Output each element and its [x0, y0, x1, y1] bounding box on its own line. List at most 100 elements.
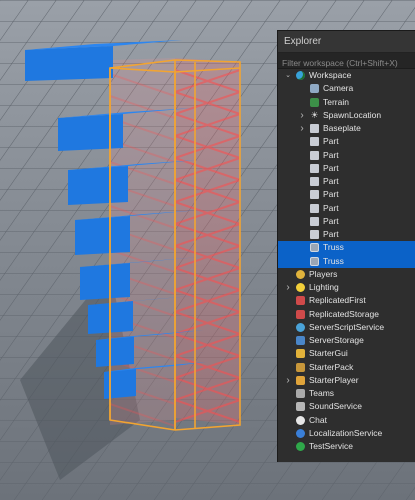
explorer-item-label: ReplicatedFirst: [309, 295, 366, 306]
explorer-item-label: Truss: [323, 242, 344, 253]
explorer-item-replicatedfirst[interactable]: ReplicatedFirst: [278, 294, 415, 307]
explorer-item-label: StarterPack: [309, 361, 354, 372]
part-icon: [310, 203, 319, 213]
chevron-right-icon[interactable]: ›: [298, 122, 306, 135]
explorer-item-label: Workspace: [309, 70, 352, 80]
explorer-item-chat[interactable]: Chat: [278, 414, 415, 427]
sound-service-icon: [296, 402, 305, 412]
explorer-item-label: Part: [323, 176, 339, 186]
explorer-panel: Explorer ⌄ Workspace Camera Terrain › ☀ SpawnL…: [277, 30, 415, 462]
explorer-item-lighting[interactable]: › Lighting: [278, 281, 415, 294]
lighting-icon: [296, 283, 305, 292]
explorer-item-serverscriptservice[interactable]: ServerScriptService: [278, 321, 415, 334]
explorer-item-label: LocalizationService: [309, 427, 383, 438]
part-block: [75, 216, 130, 255]
explorer-item-part[interactable]: Part: [278, 202, 415, 215]
explorer-item-label: Players: [309, 268, 338, 279]
explorer-item-part[interactable]: Part: [278, 175, 415, 188]
explorer-filter-bar: [278, 53, 415, 70]
part-icon: [310, 190, 319, 200]
explorer-item-workspace[interactable]: ⌄ Workspace: [278, 69, 415, 82]
chat-icon: [296, 415, 305, 425]
explorer-item-part[interactable]: Part: [278, 162, 415, 175]
explorer-item-starterpack[interactable]: StarterPack: [278, 361, 415, 374]
part-icon: [310, 150, 319, 160]
explorer-item-part[interactable]: Part: [278, 188, 415, 201]
camera-icon: [310, 84, 319, 94]
explorer-filter-input[interactable]: [282, 56, 412, 70]
explorer-item-label: ReplicatedStorage: [309, 308, 379, 319]
chevron-right-icon[interactable]: ›: [284, 281, 292, 294]
explorer-item-localizationservice[interactable]: LocalizationService: [278, 427, 415, 440]
replicated-first-icon: [296, 296, 305, 306]
explorer-item-replicatedstorage[interactable]: ReplicatedStorage: [278, 308, 415, 321]
truss-icon: [310, 243, 319, 253]
explorer-item-soundservice[interactable]: SoundService: [278, 400, 415, 413]
chevron-right-icon[interactable]: ›: [284, 374, 292, 387]
explorer-item-label: ServerStorage: [309, 335, 364, 345]
starter-player-icon: [296, 375, 305, 385]
part-block: [25, 46, 113, 81]
workspace-icon: [296, 71, 305, 80]
explorer-item-part[interactable]: Part: [278, 149, 415, 162]
localization-service-icon: [296, 428, 305, 438]
explorer-item-label: StarterPlayer: [309, 374, 359, 385]
explorer-item-part[interactable]: Part: [278, 215, 415, 228]
explorer-item-truss[interactable]: Truss: [278, 254, 415, 268]
part-block: [96, 336, 134, 367]
part-icon: [310, 177, 319, 186]
explorer-item-label: Teams: [309, 388, 335, 398]
server-script-service-icon: [296, 322, 305, 332]
explorer-item-teams[interactable]: Teams: [278, 387, 415, 400]
part-block: [80, 263, 130, 300]
explorer-item-spawnlocation[interactable]: › ☀ SpawnLocation: [278, 109, 415, 122]
chevron-down-icon[interactable]: ⌄: [284, 69, 292, 82]
explorer-item-label: Part: [323, 215, 339, 226]
explorer-item-label: SoundService: [309, 401, 362, 412]
terrain-icon: [310, 97, 319, 107]
explorer-item-label: TestService: [309, 441, 353, 451]
spawn-icon: ☀: [310, 109, 319, 120]
explorer-item-serverstorage[interactable]: ServerStorage: [278, 334, 415, 347]
explorer-item-part[interactable]: Part: [278, 228, 415, 241]
explorer-item-label: Baseplate: [323, 123, 361, 133]
part-block: [104, 368, 136, 399]
explorer-item-testservice[interactable]: TestService: [278, 440, 415, 453]
explorer-item-starterplayer[interactable]: › StarterPlayer: [278, 374, 415, 387]
explorer-item-label: Camera: [323, 83, 354, 94]
part-icon: [310, 124, 319, 133]
explorer-item-label: Part: [323, 202, 339, 213]
explorer-item-players[interactable]: Players: [278, 268, 415, 281]
teams-icon: [296, 389, 305, 398]
replicated-storage-icon: [296, 309, 305, 319]
explorer-item-label: Truss: [323, 255, 344, 266]
starter-gui-icon: [296, 349, 305, 359]
part-block: [68, 166, 128, 205]
explorer-item-label: Part: [323, 189, 339, 200]
explorer-item-truss[interactable]: Truss: [278, 241, 415, 255]
part-icon: [310, 137, 319, 147]
explorer-title: Explorer: [278, 31, 415, 53]
explorer-item-baseplate[interactable]: › Baseplate: [278, 122, 415, 135]
explorer-item-label: Chat: [309, 414, 327, 425]
server-storage-icon: [296, 336, 305, 345]
explorer-item-label: SpawnLocation: [323, 109, 382, 120]
part-icon: [310, 216, 319, 226]
players-icon: [296, 269, 305, 279]
chevron-right-icon[interactable]: ›: [298, 109, 306, 122]
explorer-item-camera[interactable]: Camera: [278, 82, 415, 95]
explorer-item-part[interactable]: Part: [278, 135, 415, 148]
part-block: [58, 114, 123, 151]
explorer-item-label: ServerScriptService: [309, 321, 385, 332]
explorer-item-label: Part: [323, 136, 339, 147]
explorer-item-label: Part: [323, 149, 339, 160]
explorer-item-terrain[interactable]: Terrain: [278, 96, 415, 109]
part-icon: [310, 230, 319, 239]
explorer-item-label: Lighting: [309, 282, 339, 292]
test-service-icon: [296, 442, 305, 451]
truss-icon: [310, 256, 319, 266]
explorer-item-label: Part: [323, 162, 339, 173]
explorer-item-startergui[interactable]: StarterGui: [278, 347, 415, 360]
explorer-item-label: Part: [323, 229, 339, 239]
starter-pack-icon: [296, 362, 305, 372]
